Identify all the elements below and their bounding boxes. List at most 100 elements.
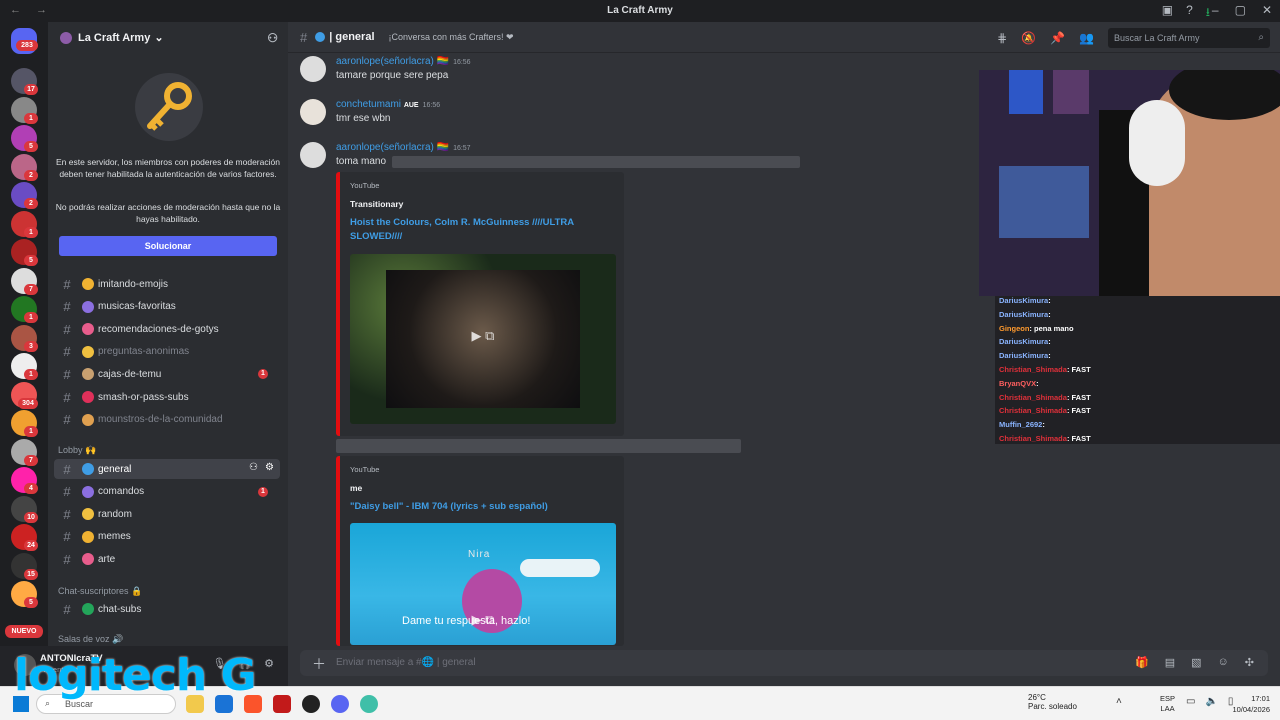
chat-user: BryanQVX (999, 378, 1037, 388)
channel-emoji-icon (82, 278, 94, 290)
channel-item[interactable]: # memes (54, 527, 280, 547)
apps-icon[interactable]: ✣ (1245, 656, 1254, 669)
message-time: 16:56 (453, 59, 471, 66)
category-voice[interactable]: Salas de voz 🔊 (58, 634, 123, 645)
channel-item[interactable]: # general ⚇ ⚙ (54, 459, 280, 479)
clock[interactable]: 17:01 10/04/2026 (1232, 693, 1270, 715)
channel-chat-subs[interactable]: # chat-subs (54, 599, 280, 619)
channel-item[interactable]: # mounstros-de-la-comunidad (54, 410, 280, 430)
channel-item[interactable]: # recomendaciones-de-gotys (54, 319, 280, 339)
settings-icon[interactable]: ⚙ (264, 657, 274, 670)
avatar[interactable] (300, 142, 326, 168)
channel-item[interactable]: # smash-or-pass-subs (54, 387, 280, 407)
embed-author[interactable]: me (350, 483, 362, 493)
webcam-overlay (979, 70, 1280, 296)
close-icon[interactable]: ✕ (1262, 3, 1272, 17)
video-thumbnail[interactable]: Nira Dame tu respuesta, hazlo! ▶ ⧉ (350, 523, 616, 645)
channel-item[interactable]: # random (54, 504, 280, 524)
channel-item[interactable]: # arte (54, 549, 280, 569)
chevron-down-icon: ⌄ (154, 32, 164, 44)
download-icon[interactable]: ⭳ (1206, 3, 1210, 24)
channel-emoji-icon (82, 391, 94, 403)
volume-icon[interactable]: 🔈 (1205, 696, 1217, 707)
category-subs[interactable]: Chat-suscriptores 🔒 (58, 586, 142, 597)
obs-icon[interactable] (302, 695, 320, 713)
chat-user: DariusKimura (999, 309, 1049, 319)
settings-icon[interactable]: ⚙ (265, 462, 274, 473)
search-input[interactable]: Buscar La Craft Army ⌕ (1108, 28, 1270, 48)
play-icon[interactable]: ▶ ⧉ (463, 328, 503, 350)
network-icon[interactable]: ▭ (1186, 696, 1195, 707)
hash-icon: # (63, 389, 71, 405)
invite-icon[interactable]: ⚇ (267, 31, 278, 45)
guild-header[interactable]: La Craft Army ⌄ ⚇ (48, 22, 288, 53)
language-indicator[interactable]: ESP LAA (1160, 694, 1175, 714)
channel-item[interactable]: # cajas-de-temu 1 (54, 364, 280, 384)
members-icon[interactable]: 👥 (1079, 31, 1094, 45)
channel-item[interactable]: # imitando-emojis (54, 274, 280, 294)
message-author[interactable]: aaronlope(señorlacra) 🏳️‍🌈 16:57 (336, 142, 471, 153)
blurred-link (336, 439, 741, 453)
discord-icon[interactable] (331, 695, 349, 713)
invite-icon[interactable]: ⚇ (249, 462, 258, 473)
weather-widget[interactable]: 26°C Parc. soleado (1010, 693, 1077, 711)
message-composer[interactable]: ＋ Enviar mensaje a #🌐 | general 🎁 ▤ ▧ ☺ … (300, 650, 1268, 676)
maximize-icon[interactable]: ▢ (1235, 3, 1246, 17)
play-icon[interactable]: ▶ ⧉ (463, 612, 503, 634)
emoji-icon[interactable]: ☺ (1218, 656, 1229, 669)
help-icon[interactable]: ? (1186, 3, 1193, 24)
video-thumbnail[interactable]: ▶ ⧉ (350, 254, 616, 424)
channel-label: mounstros-de-la-comunidad (98, 414, 223, 426)
message-author[interactable]: conchetumami AUE 16:56 (336, 99, 440, 110)
category-lobby[interactable]: Lobby 🙌 (58, 445, 96, 456)
channel-item[interactable]: # musicas-favoritas (54, 297, 280, 317)
server-badge: 1 (24, 226, 38, 238)
embed-author[interactable]: Transitionary (350, 199, 403, 209)
hash-icon: # (63, 551, 71, 567)
stream-chat-line: Christian_Shimada: FAST (999, 406, 1091, 415)
poster-frame (1009, 70, 1043, 114)
chat-user: Muffin_2692 (999, 420, 1043, 430)
notification-mute-icon[interactable]: 🔕 (1021, 31, 1036, 45)
weather-temp: 26°C (1028, 693, 1046, 702)
gift-icon[interactable]: 🎁 (1135, 656, 1149, 669)
hash-icon: # (63, 299, 71, 315)
channel-item[interactable]: # preguntas-anonimas (54, 342, 280, 362)
server-badge: 17 (24, 84, 38, 95)
embed-title[interactable]: Hoist the Colours, Colm R. McGuinness //… (350, 216, 610, 244)
message-author[interactable]: aaronlope(señorlacra) 🏳️‍🌈 16:56 (336, 56, 471, 67)
channel-name: | general (329, 31, 375, 43)
chat-text: : (1036, 378, 1039, 388)
chat-user: Christian_Shimada (999, 392, 1067, 402)
channel-item[interactable]: # comandos 1 (54, 482, 280, 502)
hash-icon: # (63, 366, 71, 382)
chat-text: : FAST (1066, 365, 1091, 374)
sticker-icon[interactable]: ▧ (1191, 656, 1201, 669)
threads-icon[interactable]: ⋕ (997, 31, 1007, 45)
channel-topic[interactable]: ¡Conversa con más Crafters! ❤ (389, 32, 514, 43)
hash-icon: # (63, 321, 71, 337)
tray-chevron-icon[interactable]: ˄ (1116, 696, 1122, 707)
channel-label: random (98, 508, 132, 520)
gif-icon[interactable]: ▤ (1165, 656, 1175, 669)
stream-chat-line: DariusKimura: (999, 351, 1051, 360)
avatar[interactable] (300, 99, 326, 125)
avatar[interactable] (300, 56, 326, 82)
channel-label: general (98, 463, 132, 475)
pin-icon[interactable]: 📌 (1050, 31, 1065, 45)
app-icon[interactable] (360, 695, 378, 713)
channel-emoji-icon (82, 368, 94, 381)
inbox-icon[interactable]: ▣ (1162, 3, 1173, 24)
stream-chat-line: Gingeon: pena mano (999, 324, 1074, 333)
mod-notice-text-2: No podrás realizar acciones de moderació… (55, 202, 281, 224)
channel-label: arte (98, 553, 116, 565)
video-app-icon[interactable] (273, 695, 291, 713)
chat-text: : FAST (1066, 434, 1091, 443)
channel-emoji-icon (82, 345, 94, 358)
embed-title[interactable]: "Daisy bell" - IBM 704 (lyrics + sub esp… (350, 500, 610, 514)
server-badge: 5 (24, 255, 38, 266)
fix-button[interactable]: Solucionar (59, 236, 277, 256)
attach-icon[interactable]: ＋ (312, 654, 326, 674)
shelf (999, 166, 1089, 238)
minimize-icon[interactable]: – (1212, 3, 1219, 17)
